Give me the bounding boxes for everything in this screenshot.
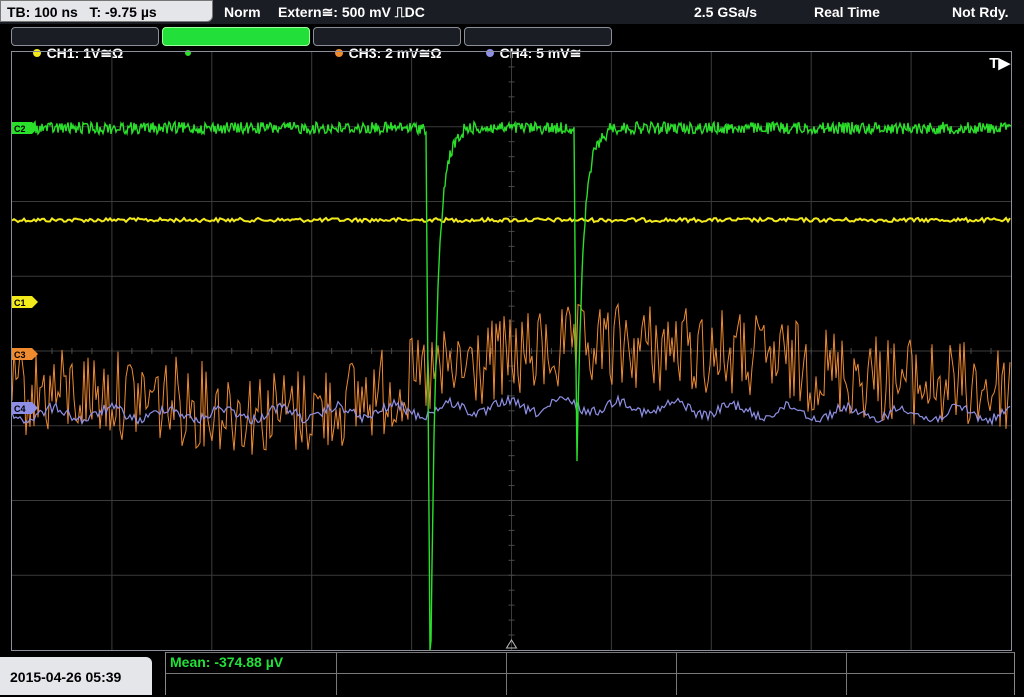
svg-text:C3: C3: [14, 350, 26, 360]
channel-marker-c3[interactable]: C3: [12, 348, 38, 360]
measurement-divider: [676, 652, 677, 695]
measurement-mean: Mean: -374.88 µV: [170, 654, 284, 670]
channel-bar: CH1: 1V≅Ω CH2: 5 mV≅Ω CH3: 2 mV≅Ω CH4: 5…: [0, 24, 1024, 61]
sample-rate: 2.5 GSa/s: [694, 4, 758, 20]
acquisition-mode: Real Time: [814, 4, 880, 20]
channel-3-tab[interactable]: CH3: 2 mV≅Ω: [313, 27, 461, 61]
measurement-divider: [846, 652, 847, 695]
measurement-divider: [166, 652, 1014, 653]
channel-2-tab[interactable]: CH2: 5 mV≅Ω: [162, 27, 310, 61]
measurement-divider: [336, 652, 337, 695]
measurement-divider: [506, 652, 507, 695]
status-bar: TB: 100 ns T: -9.75 µs Norm Extern≅: 500…: [0, 0, 1024, 24]
trigger-position-indicator: T▶: [989, 55, 1010, 72]
channel-4-tab[interactable]: CH4: 5 mV≅: [464, 27, 612, 61]
trigger-source[interactable]: Extern≅: 500 mV ⎍DC: [278, 0, 425, 24]
svg-text:C1: C1: [14, 298, 26, 308]
waveform-canvas: C2 C1 C3 C4: [12, 52, 1011, 650]
channel-1-tab[interactable]: CH1: 1V≅Ω: [11, 27, 159, 61]
trigger-mode[interactable]: Norm: [224, 0, 261, 24]
channel-markers: C2 C1 C3 C4: [12, 122, 518, 649]
waveform-display[interactable]: C2 C1 C3 C4: [11, 51, 1012, 651]
measurement-divider: [166, 673, 1014, 674]
channel-marker-c1[interactable]: C1: [12, 296, 38, 308]
timebase-readout[interactable]: TB: 100 ns T: -9.75 µs: [0, 0, 213, 22]
svg-text:C2: C2: [14, 124, 26, 134]
measurement-panel[interactable]: Mean: -374.88 µV: [165, 652, 1015, 695]
svg-text:C4: C4: [14, 404, 26, 414]
date-time: 2015-04-26 05:39: [0, 657, 152, 695]
trigger-status: Not Rdy.: [952, 4, 1009, 20]
